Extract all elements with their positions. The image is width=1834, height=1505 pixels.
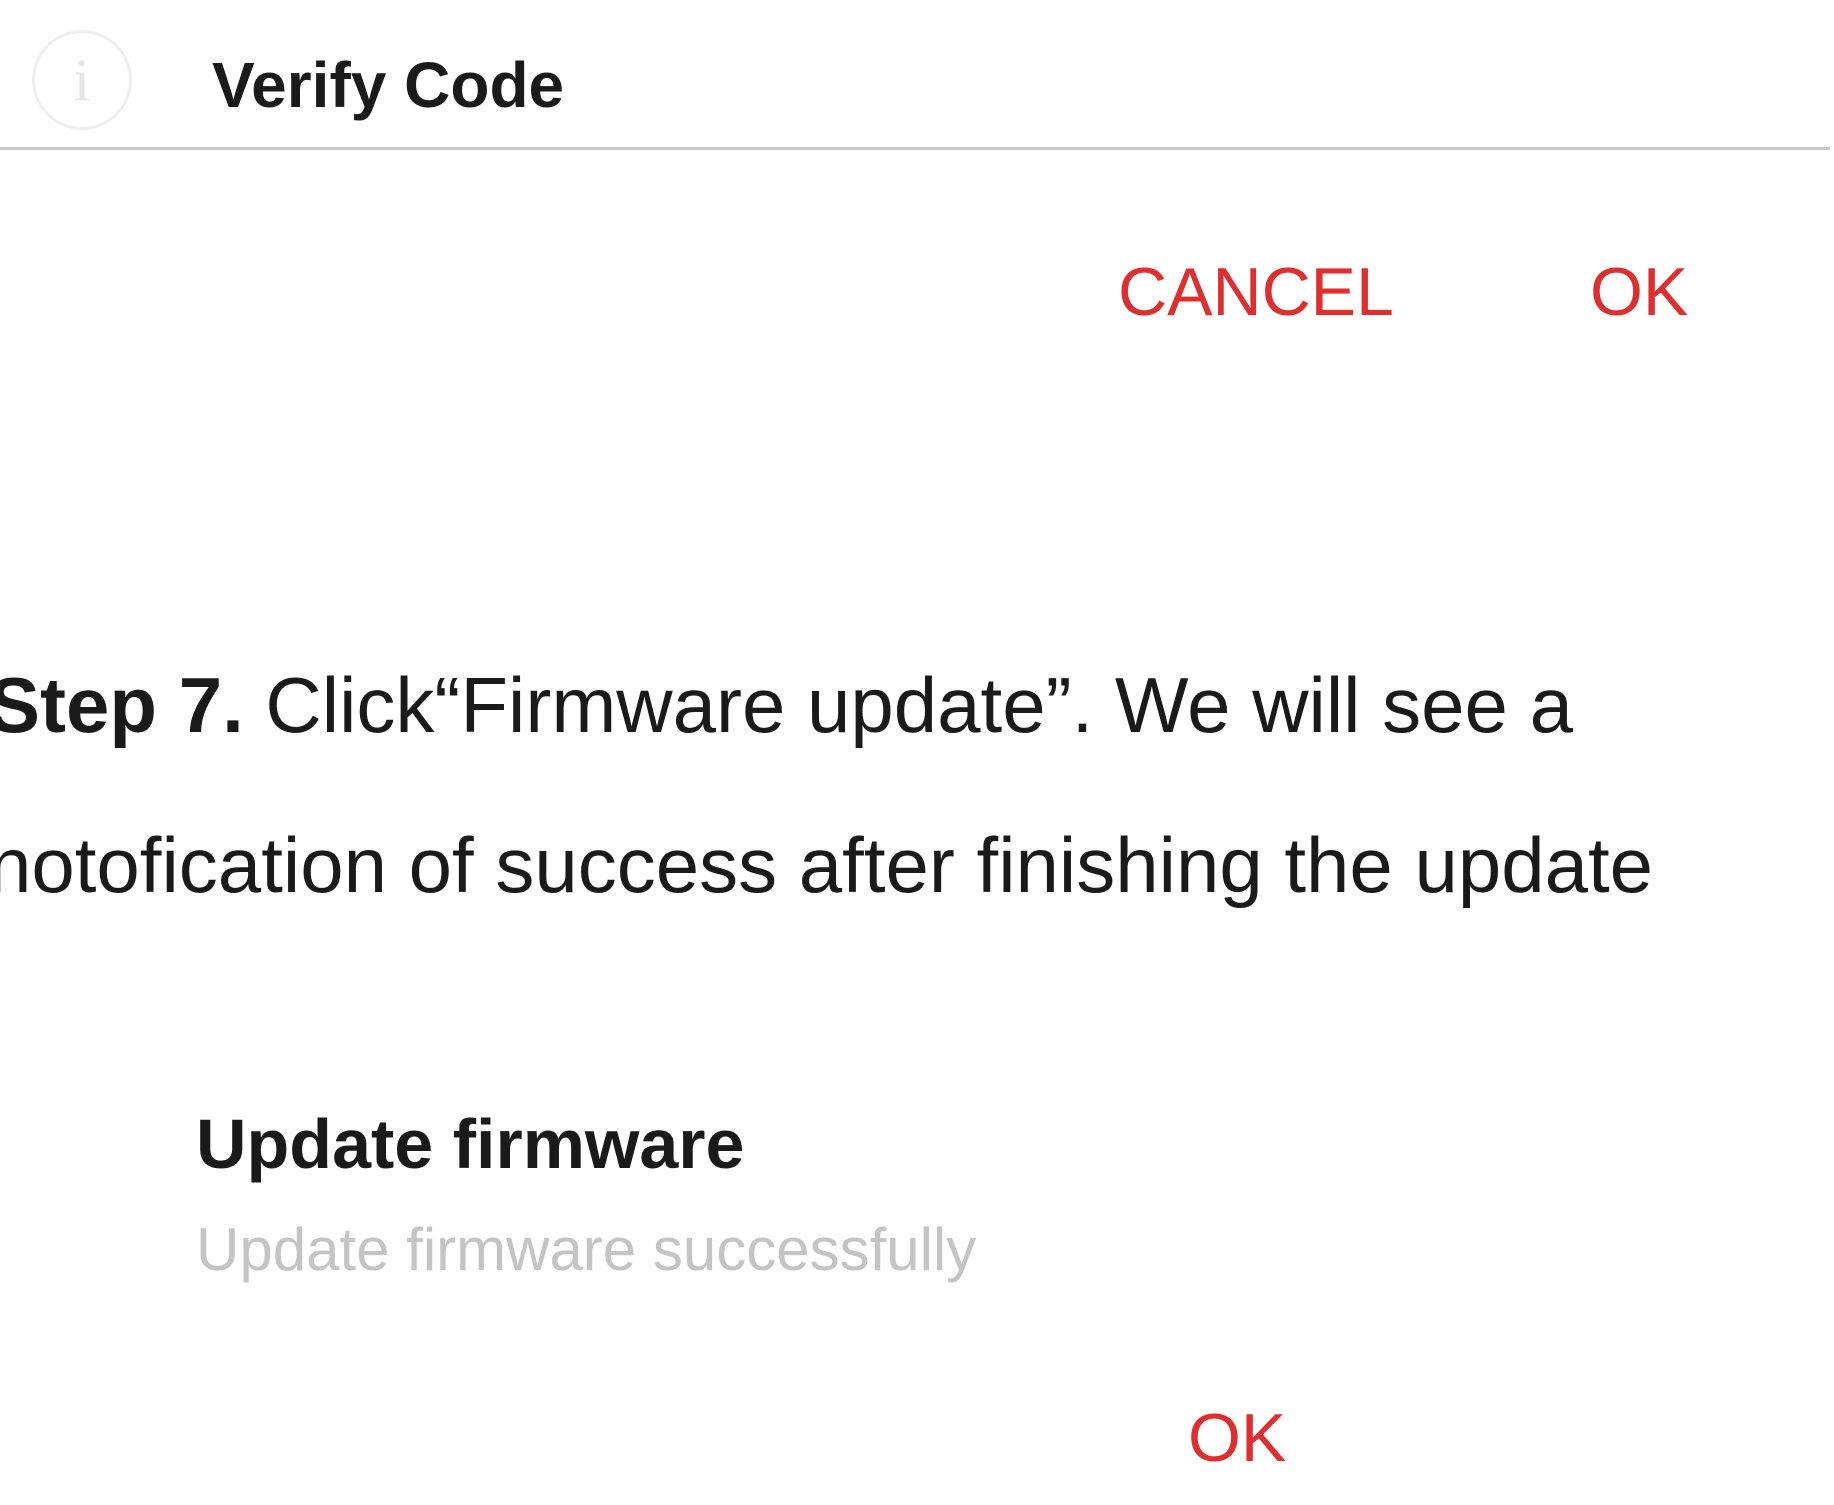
instruction-line-2: notofication of success after finishing … bbox=[0, 821, 1654, 909]
ok-button[interactable]: OK bbox=[1590, 252, 1688, 332]
step-label: Step 7. bbox=[0, 661, 244, 749]
cancel-button[interactable]: CANCEL bbox=[1118, 252, 1394, 332]
update-dialog-title: Update firmware bbox=[196, 1105, 745, 1183]
update-dialog-message: Update firmware successfully bbox=[196, 1216, 977, 1283]
info-icon: i bbox=[32, 30, 132, 130]
verify-code-dialog: i Verify Code bbox=[0, 0, 1834, 150]
header-divider bbox=[0, 147, 1830, 150]
update-ok-button[interactable]: OK bbox=[1188, 1398, 1286, 1478]
instruction-line-1: Step 7. Click“Firmware update”. We will … bbox=[0, 658, 1573, 752]
dialog-title: Verify Code bbox=[212, 49, 565, 121]
step-text: Click“Firmware update”. We will see a bbox=[243, 661, 1573, 749]
